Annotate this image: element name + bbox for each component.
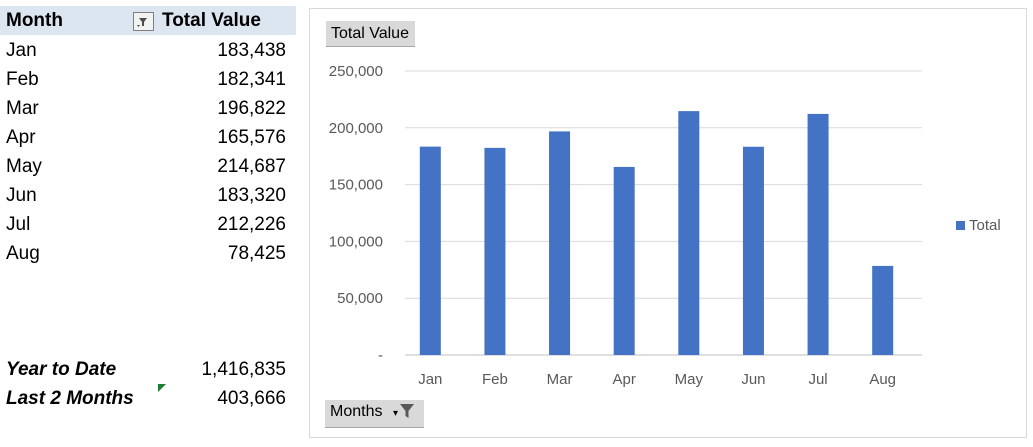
bar: [678, 111, 700, 355]
x-tick-label: Jul: [808, 371, 827, 388]
bar: [419, 146, 441, 355]
x-tick-label: Mar: [547, 371, 573, 388]
last2-value: 403,666: [217, 388, 286, 409]
y-tick-label: 200,000: [329, 120, 383, 137]
y-tick-label: -: [378, 347, 383, 364]
x-tick-label: Aug: [869, 371, 896, 388]
row-value: 78,425: [227, 243, 286, 264]
row-month: Jul: [6, 214, 31, 235]
bar-chart: - 50,000 100,000 150,000 200,000 250,000 Jan Fe…: [329, 63, 1001, 388]
row-month: Jan: [6, 40, 37, 61]
row-month: Jun: [6, 185, 37, 206]
months-label: Months: [330, 403, 383, 420]
pivot-header: Month Total Value: [0, 6, 296, 35]
legend-label: Total: [969, 217, 1001, 234]
y-tick-label: 250,000: [329, 63, 383, 80]
pivot-row[interactable]: Jul 212,226: [0, 211, 296, 240]
row-value: 165,576: [217, 127, 286, 148]
pivot-row[interactable]: Jun 183,320: [0, 182, 296, 211]
y-tick-label: 50,000: [337, 290, 383, 307]
bar: [807, 113, 829, 356]
month-header: Month: [6, 10, 63, 31]
row-month: May: [6, 156, 42, 177]
pivot-row[interactable]: Apr 165,576: [0, 124, 296, 153]
y-tick-label: 150,000: [329, 177, 383, 194]
row-month: Aug: [6, 243, 40, 264]
row-value: 214,687: [217, 156, 286, 177]
row-month: Apr: [6, 127, 36, 148]
last2-row[interactable]: Last 2 Months 403,666: [0, 385, 296, 414]
x-tick-label: May: [675, 371, 704, 388]
row-value: 183,320: [217, 185, 286, 206]
bar: [742, 146, 764, 355]
row-value: 196,822: [217, 98, 286, 119]
row-month: Feb: [6, 69, 39, 90]
y-tick-label: 100,000: [329, 233, 383, 250]
pivot-row[interactable]: Jan 183,438: [0, 37, 296, 66]
bar: [872, 265, 894, 355]
x-tick-label: Jan: [418, 371, 442, 388]
x-tick-label: Jun: [741, 371, 765, 388]
cell-error-indicator[interactable]: [158, 384, 166, 392]
bar: [613, 166, 635, 355]
chart-frame[interactable]: Total Value -50,000 100,000 150,000 200,000…: [309, 8, 1027, 438]
row-value: 183,438: [217, 40, 286, 61]
filter-icon[interactable]: [133, 12, 154, 31]
dropdown-arrow-icon: ▾: [393, 408, 399, 419]
x-tick-label: Apr: [613, 371, 636, 388]
ytd-row[interactable]: Year to Date 1,416,835: [0, 356, 296, 385]
legend-swatch: [956, 221, 965, 230]
row-value: 182,341: [217, 69, 286, 90]
row-month: Mar: [6, 98, 39, 119]
months-field-button[interactable]: Months ▾: [325, 400, 424, 428]
ytd-label: Year to Date: [6, 359, 117, 380]
pivot-row[interactable]: Mar 196,822: [0, 95, 296, 124]
bar: [549, 131, 571, 355]
pivot-row[interactable]: May 214,687: [0, 153, 296, 182]
filter-icon: [400, 404, 414, 418]
pivot-row[interactable]: Aug 78,425: [0, 240, 296, 269]
ytd-value: 1,416,835: [201, 359, 286, 380]
pivot-row[interactable]: Feb 182,341: [0, 66, 296, 95]
row-value: 212,226: [217, 214, 286, 235]
last2-label: Last 2 Months: [6, 388, 134, 409]
total-value-header: Total Value: [162, 10, 261, 31]
x-tick-label: Feb: [482, 371, 508, 388]
bar: [484, 147, 506, 355]
